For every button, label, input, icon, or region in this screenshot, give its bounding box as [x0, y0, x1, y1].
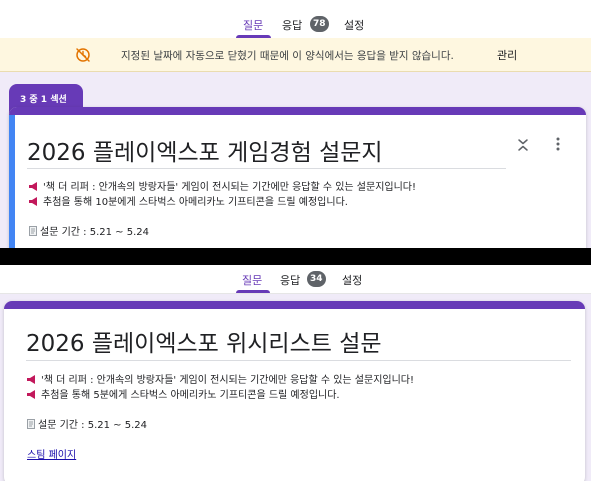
editor-tab-bar: 질문 응답 78 설정 — [0, 0, 591, 38]
document-icon — [29, 226, 37, 236]
tab-settings[interactable]: 설정 — [344, 17, 364, 33]
form-title[interactable]: 2026 플레이엑스포 위시리스트 설문 — [26, 324, 382, 358]
description-line-2: 추첨을 통해 10분에게 스타벅스 아메리카노 기프티콘을 드릴 예정입니다. — [29, 193, 348, 208]
tab-responses[interactable]: 응답 — [282, 17, 302, 33]
tab-responses[interactable]: 응답 — [280, 272, 300, 288]
form-title[interactable]: 2026 플레이엑스포 게임경험 설문지 — [27, 133, 383, 167]
form-header-card[interactable]: 2026 플레이엑스포 위시리스트 설문 '책 더 리퍼 : 안개속의 방랑자들… — [4, 301, 585, 481]
steam-page-link[interactable]: 스팀 페이지 — [27, 446, 76, 461]
responses-count-badge: 34 — [307, 271, 326, 287]
tab-questions[interactable]: 질문 — [242, 272, 262, 288]
title-underline — [27, 168, 506, 169]
closed-form-notice: 지정된 날짜에 자동으로 닫혔기 때문에 이 양식에서는 응답을 받지 않습니다… — [0, 38, 591, 72]
responses-count-badge: 78 — [310, 16, 329, 32]
notice-message: 지정된 날짜에 자동으로 닫혔기 때문에 이 양식에서는 응답을 받지 않습니다… — [121, 50, 454, 62]
form-header-card[interactable]: 2026 플레이엑스포 게임경험 설문지 '책 더 리퍼 : 안개속의 방랑자들… — [9, 107, 586, 248]
card-focus-bar — [9, 115, 15, 248]
description-line-1: '책 더 리퍼 : 안개속의 방랑자들' 게임이 전시되는 기간에만 응답할 수… — [29, 178, 416, 193]
document-icon — [27, 419, 35, 429]
description-line-2: 추첨을 통해 5분에게 스타벅스 아메리카노 기프티콘을 드릴 예정입니다. — [27, 386, 340, 401]
survey-period: 설문 기간 : 5.21 ~ 5.24 — [29, 223, 149, 238]
clock-off-icon — [76, 48, 90, 62]
editor-tab-bar: 질문 응답 34 설정 — [0, 265, 591, 294]
megaphone-icon — [29, 182, 37, 191]
card-accent-bar — [4, 301, 585, 309]
tab-settings[interactable]: 설정 — [342, 272, 362, 288]
description-line-1: '책 더 리퍼 : 안개속의 방랑자들' 게임이 전시되는 기간에만 응답할 수… — [27, 371, 414, 386]
megaphone-icon — [29, 197, 37, 206]
form-editor-game-experience: 질문 응답 78 설정 지정된 날짜에 자동으로 닫혔기 때문에 이 양식에서는… — [0, 0, 591, 248]
megaphone-icon — [27, 390, 35, 399]
form-editor-wishlist: 질문 응답 34 설정 2026 플레이엑스포 위시리스트 설문 '책 더 리퍼… — [0, 265, 591, 481]
tab-active-indicator — [236, 290, 270, 293]
screenshot-separator — [0, 248, 591, 265]
collapse-icon[interactable] — [515, 137, 531, 153]
card-accent-bar — [9, 107, 586, 115]
title-underline — [26, 360, 571, 361]
tab-questions[interactable]: 질문 — [243, 17, 263, 33]
megaphone-icon — [27, 375, 35, 384]
survey-period: 설문 기간 : 5.21 ~ 5.24 — [27, 416, 147, 431]
manage-button[interactable]: 관리 — [497, 47, 517, 63]
more-vert-icon[interactable] — [550, 136, 566, 152]
